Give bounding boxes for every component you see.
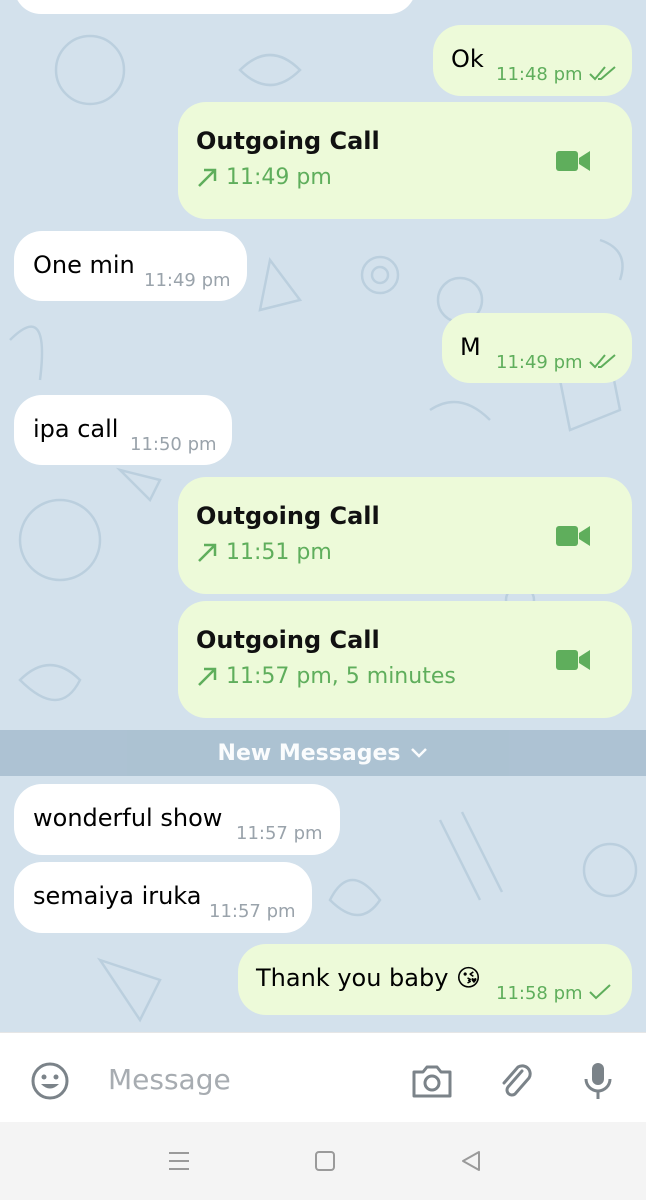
double-check-icon [589,354,616,369]
message-outgoing-ok[interactable]: Ok 11:48 pm [433,25,632,96]
message-text: One min [33,251,135,279]
message-time: 11:48 pm [496,64,583,85]
message-input[interactable]: Message [108,1063,231,1096]
new-messages-divider[interactable]: New Messages [0,730,646,776]
message-incoming-semaiya-iruka[interactable]: semaiya iruka 11:57 pm [14,862,312,933]
paperclip-icon[interactable] [496,1061,536,1101]
message-incoming-one-min[interactable]: One min 11:49 pm [14,231,247,301]
outgoing-call-3[interactable]: Outgoing Call 11:57 pm, 5 minutes [178,601,632,718]
message-text: Thank you baby 😘 [256,964,482,992]
single-check-icon [589,984,611,1000]
video-camera-icon[interactable] [556,150,590,172]
call-detail: 11:49 pm [196,164,332,192]
call-detail: 11:57 pm, 5 minutes [196,663,456,691]
message-text: Ok [451,45,484,73]
menu-icon[interactable] [166,1148,192,1174]
chevron-down-icon [411,748,428,758]
message-text: semaiya iruka [33,882,202,910]
message-time: 11:49 pm [144,270,231,291]
video-camera-icon[interactable] [556,525,590,547]
camera-icon[interactable] [410,1061,454,1101]
message-outgoing-thank-you[interactable]: Thank you baby 😘 11:58 pm [238,944,632,1015]
message-incoming-ipa-call[interactable]: ipa call 11:50 pm [14,395,232,465]
message-partial[interactable] [14,0,416,14]
smiley-icon[interactable] [30,1061,70,1101]
message-composer: Message [0,1032,646,1122]
message-time: 11:57 pm [209,901,296,922]
new-messages-label: New Messages [217,740,401,766]
outgoing-arrow-icon [198,543,217,562]
video-camera-icon[interactable] [556,649,590,671]
call-detail: 11:51 pm [196,539,332,567]
call-title: Outgoing Call [196,127,380,155]
home-icon[interactable] [312,1148,338,1174]
call-time: 11:51 pm [226,540,332,565]
message-time: 11:57 pm [236,823,323,844]
message-outgoing-m[interactable]: M 11:49 pm [442,313,632,383]
back-icon[interactable] [458,1148,484,1174]
message-text: ipa call [33,415,119,443]
double-check-icon [589,66,616,81]
microphone-icon[interactable] [578,1061,618,1101]
message-incoming-wonderful-show[interactable]: wonderful show 11:57 pm [14,784,340,855]
message-text: wonderful show [33,804,223,832]
call-time: 11:57 pm, 5 minutes [226,664,456,689]
call-title: Outgoing Call [196,626,380,654]
message-text: M [460,333,481,361]
call-title: Outgoing Call [196,502,380,530]
outgoing-call-2[interactable]: Outgoing Call 11:51 pm [178,477,632,594]
message-time: 11:50 pm [130,434,217,455]
chat-area[interactable]: Ok 11:48 pm Outgoing Call 11:49 pm One m… [0,0,646,1032]
message-time: 11:49 pm [496,352,583,373]
system-navigation-bar [0,1122,646,1200]
outgoing-arrow-icon [198,168,217,187]
call-time: 11:49 pm [226,165,332,190]
outgoing-call-1[interactable]: Outgoing Call 11:49 pm [178,102,632,219]
message-time: 11:58 pm [496,983,583,1004]
outgoing-arrow-icon [198,667,217,686]
